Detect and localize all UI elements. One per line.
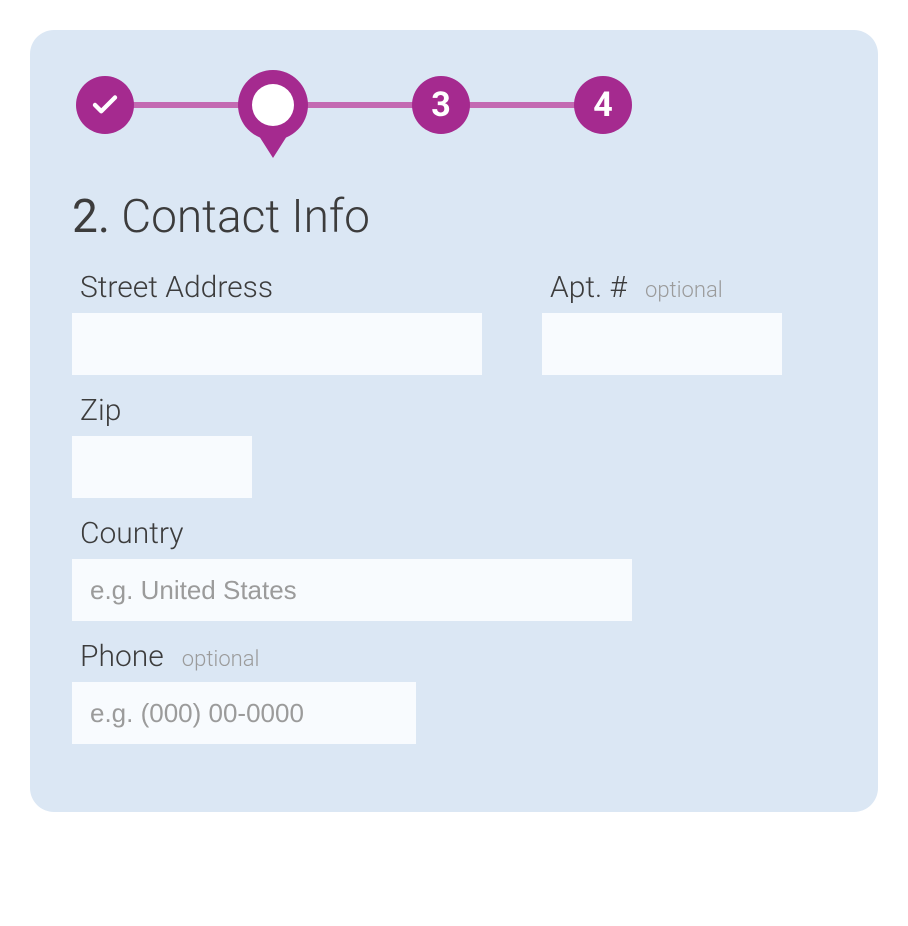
contact-info-card: 3 4 2. Contact Info Street Address Apt. …	[30, 30, 878, 812]
phone-input[interactable]	[72, 682, 416, 744]
step-connector	[468, 102, 576, 108]
phone-label: Phone	[80, 639, 164, 674]
progress-stepper: 3 4	[66, 70, 842, 140]
step-2-current[interactable]	[238, 70, 308, 140]
country-input[interactable]	[72, 559, 632, 621]
street-label: Street Address	[80, 270, 273, 305]
page-title: 2. Contact Info	[66, 190, 842, 244]
step-4[interactable]: 4	[574, 76, 632, 134]
apt-label: Apt. #	[550, 270, 627, 305]
street-input[interactable]	[72, 313, 482, 375]
step-connector	[306, 102, 414, 108]
country-label: Country	[80, 516, 184, 551]
apt-input[interactable]	[542, 313, 782, 375]
phone-optional: optional	[182, 647, 260, 672]
step-3[interactable]: 3	[412, 76, 470, 134]
checkmark-icon	[90, 90, 120, 120]
zip-input[interactable]	[72, 436, 252, 498]
current-step-dot	[252, 84, 294, 126]
step-1-complete[interactable]	[76, 76, 134, 134]
apt-optional: optional	[645, 278, 723, 303]
zip-label: Zip	[80, 393, 121, 428]
step-number: 2.	[72, 190, 110, 244]
step-title-text: Contact Info	[121, 190, 370, 244]
step-connector	[132, 102, 240, 108]
